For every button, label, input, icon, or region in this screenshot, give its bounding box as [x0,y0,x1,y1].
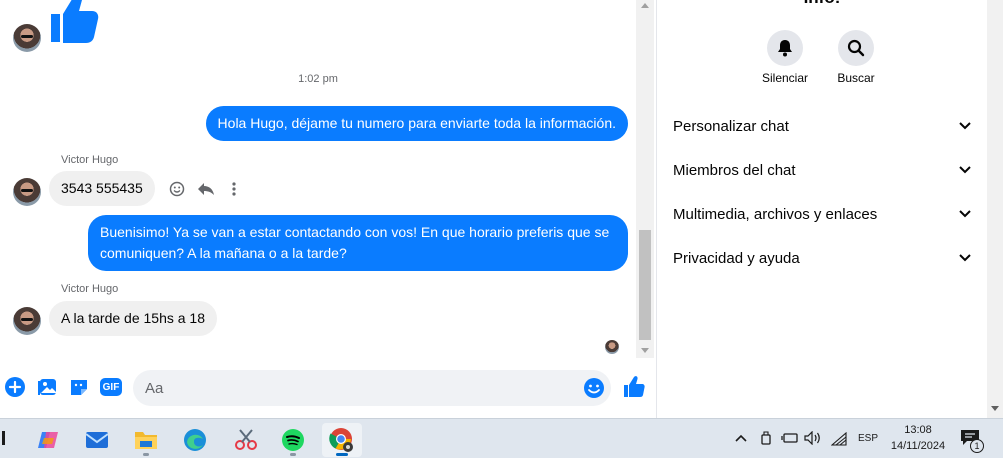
seen-receipt-avatar [605,340,619,354]
row-chat-members[interactable]: Miembros del chat [657,148,987,192]
scroll-up-arrow[interactable] [641,3,649,8]
message-input-wrapper [133,370,611,406]
wifi-icon[interactable] [831,432,847,446]
chevron-down-icon [959,166,971,174]
message-outgoing[interactable]: Hola Hugo, déjame tu numero para enviart… [205,106,628,141]
spotify-icon[interactable] [273,423,313,457]
row-label: Privacidad y ayuda [673,249,800,267]
file-explorer-icon[interactable] [126,423,166,457]
panel-title: Info! [657,0,987,8]
row-label: Miembros del chat [673,161,796,179]
edge-icon[interactable] [175,423,215,457]
mute-label: Silenciar [761,71,809,85]
scroll-down-arrow[interactable] [991,406,999,411]
row-customize-chat[interactable]: Personalizar chat [657,104,987,148]
notification-badge: 1 [970,439,984,453]
clock-date: 14/11/2024 [890,440,946,452]
chevron-down-icon [959,210,971,218]
row-privacy-help[interactable]: Privacidad y ayuda [657,236,987,280]
contact-avatar[interactable] [13,307,41,335]
snipping-tool-icon[interactable] [226,423,266,457]
sticker-icon[interactable] [68,376,90,398]
chat-timestamp: 1:02 pm [298,73,338,85]
message-input[interactable] [145,370,575,406]
message-sender: Victor Hugo [61,283,119,295]
taskbar-edge-marker [2,431,5,445]
chevron-up-icon[interactable] [735,434,747,442]
gallery-icon[interactable] [37,376,59,398]
reply-icon[interactable] [197,181,215,197]
messenger-window: 1:02 pm Hola Hugo, déjame tu numero para… [0,0,1003,458]
chat-area: 1:02 pm Hola Hugo, déjame tu numero para… [0,0,636,358]
message-outgoing[interactable]: Buenisimo! Ya se van a estar contactando… [88,215,628,271]
running-indicator [290,453,296,456]
search-icon [838,30,874,66]
search-button[interactable]: Buscar [821,30,891,85]
row-media-files-links[interactable]: Multimedia, archivos y enlaces [657,192,987,236]
smile-icon[interactable] [169,181,185,197]
language-indicator[interactable]: ESP [858,433,878,444]
row-label: Personalizar chat [673,117,789,135]
battery-icon[interactable] [781,432,799,444]
search-label: Buscar [837,71,875,85]
panel-scrollbar[interactable] [987,0,1003,418]
chat-info-panel: Info! Silenciar Buscar Personalizar chat… [657,0,987,418]
message-sender: Victor Hugo [61,154,119,166]
chat-scrollbar[interactable] [636,0,654,358]
contact-avatar[interactable] [13,24,41,52]
chevron-down-icon [959,254,971,262]
device-icon[interactable] [759,431,773,447]
mail-icon[interactable] [77,423,117,457]
message-incoming[interactable]: A la tarde de 15hs a 18 [49,301,217,336]
scroll-thumb[interactable] [639,230,651,340]
emoji-icon[interactable] [583,377,605,399]
chevron-down-icon [959,122,971,130]
gif-icon[interactable]: GIF [100,378,122,396]
notification-center[interactable]: 1 [960,429,986,453]
running-indicator [143,453,149,456]
bell-icon [767,30,803,66]
copilot-icon[interactable] [28,423,68,457]
mute-button[interactable]: Silenciar [750,30,820,85]
contact-avatar[interactable] [13,178,41,206]
message-composer: GIF [0,366,654,410]
row-label: Multimedia, archivos y enlaces [673,205,878,223]
volume-icon[interactable] [804,431,822,445]
big-like-icon [51,0,99,43]
plus-icon[interactable] [4,376,26,398]
windows-taskbar: ESP 13:08 14/11/2024 1 [0,418,1003,458]
scroll-down-arrow[interactable] [641,348,649,353]
chrome-icon[interactable] [322,423,362,457]
more-icon[interactable] [227,181,241,197]
message-actions [169,181,241,197]
taskbar-clock[interactable]: 13:08 14/11/2024 [884,422,952,454]
clock-time: 13:08 [904,424,932,436]
message-incoming[interactable]: 3543 555435 [49,171,155,206]
like-icon[interactable] [622,375,646,399]
